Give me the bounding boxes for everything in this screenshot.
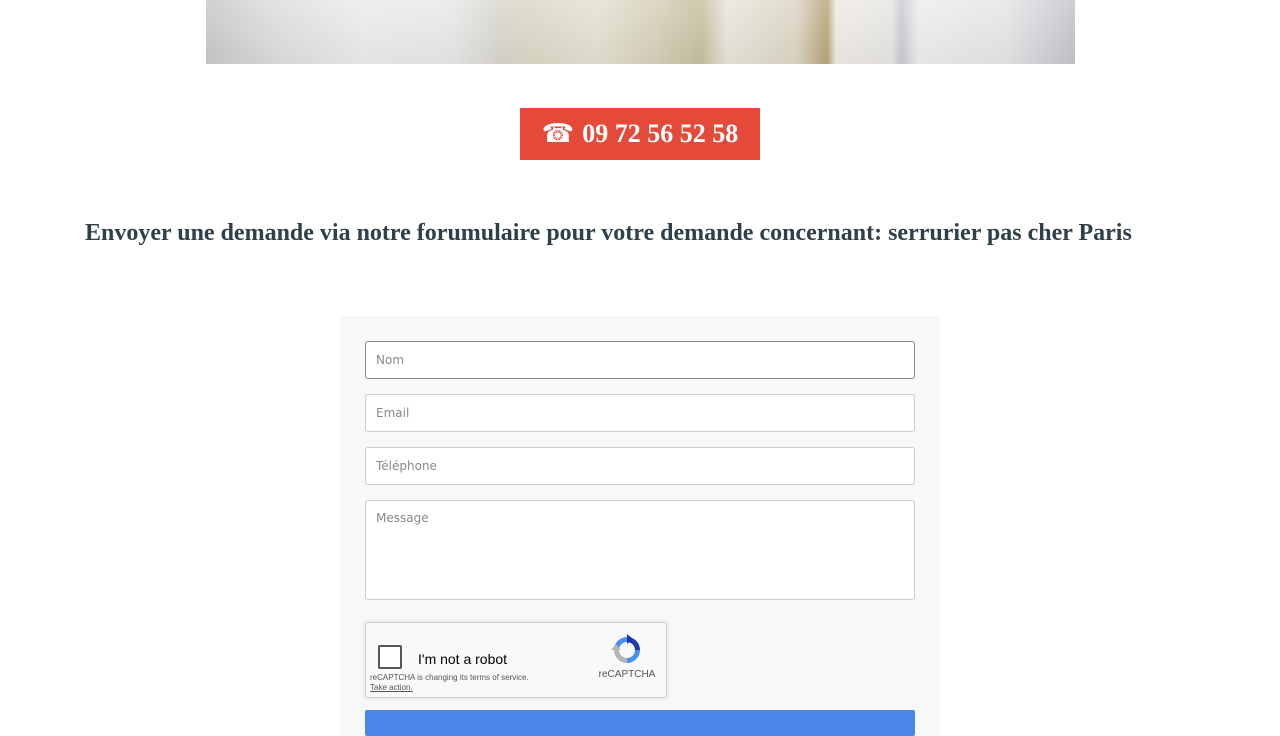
phone-input[interactable] (365, 447, 915, 485)
recaptcha-logo-icon (611, 634, 640, 663)
message-textarea[interactable] (365, 500, 915, 600)
recaptcha-widget: I'm not a robot reCAPTCHA reCAPTCHA is c… (365, 622, 667, 698)
recaptcha-notice-text: reCAPTCHA is changing its terms of servi… (370, 673, 529, 682)
recaptcha-take-action-link[interactable]: Take action. (370, 683, 529, 693)
email-input[interactable] (365, 394, 915, 432)
telephone-icon: ☎ (541, 119, 575, 149)
hero-image (206, 0, 1075, 64)
recaptcha-label: I'm not a robot (418, 651, 508, 667)
submit-button[interactable] (365, 710, 915, 736)
phone-call-button[interactable]: ☎ 09 72 56 52 58 (520, 108, 760, 160)
page-heading: Envoyer une demande via notre forumulair… (85, 220, 1132, 246)
phone-number: 09 72 56 52 58 (582, 119, 739, 148)
name-input[interactable] (365, 341, 915, 379)
contact-form: I'm not a robot reCAPTCHA reCAPTCHA is c… (340, 316, 940, 736)
recaptcha-brand: reCAPTCHA (598, 669, 656, 680)
recaptcha-checkbox[interactable] (378, 645, 402, 669)
recaptcha-notice: reCAPTCHA is changing its terms of servi… (370, 673, 529, 693)
